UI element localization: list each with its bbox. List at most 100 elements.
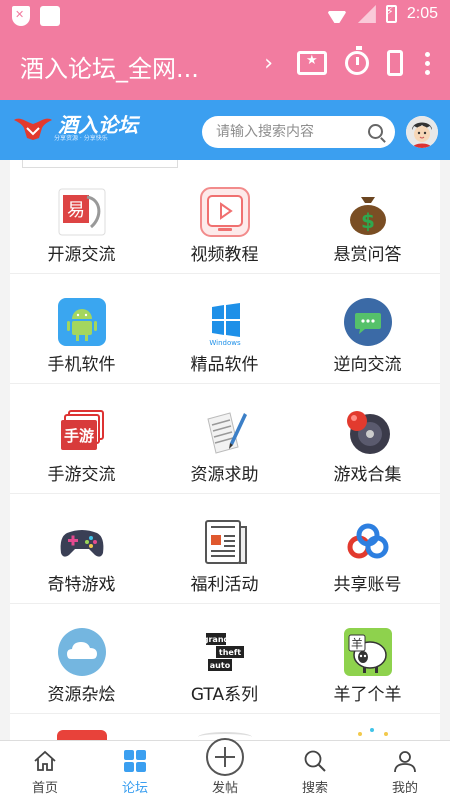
forum-category-grid: 易 开源交流 视频教程 $ 悬赏问答 手机软件 Windows 精品软件 逆向交… <box>10 160 440 740</box>
category-sheep-game[interactable]: 羊 羊了个羊 <box>296 604 439 714</box>
game-disc-icon <box>347 411 390 454</box>
money-bag-icon: $ <box>350 197 386 235</box>
windows-icon: Windows <box>209 303 241 347</box>
nav-label: 搜索 <box>301 781 328 796</box>
category-label: 开源交流 <box>47 245 116 265</box>
svg-text:theft: theft <box>219 648 241 657</box>
app-header: 酒入论坛 分享资源 · 分享快乐 <box>0 100 450 160</box>
category-quirky-games[interactable]: 奇特游戏 <box>10 494 153 604</box>
grid-row: 易 开源交流 视频教程 $ 悬赏问答 <box>10 164 440 274</box>
more-vertical-icon[interactable] <box>421 51 434 75</box>
category-mobile-software[interactable]: 手机软件 <box>10 274 153 384</box>
category-resource-help[interactable]: 资源求助 <box>153 384 296 494</box>
category-label: GTA系列 <box>190 685 259 705</box>
partial-category-icon <box>358 732 362 736</box>
status-time: 2:05 <box>406 5 438 22</box>
newspaper-icon <box>205 520 247 564</box>
nav-label: 发帖 <box>211 781 238 796</box>
svg-text:grand: grand <box>203 635 230 644</box>
avatar[interactable] <box>406 116 438 148</box>
category-bounty-qa[interactable]: $ 悬赏问答 <box>296 164 439 274</box>
category-video-tutorial[interactable]: 视频教程 <box>153 164 296 274</box>
nav-home[interactable]: 首页 <box>0 741 90 800</box>
avatar-face-icon <box>406 116 438 148</box>
chevron-right-icon[interactable]: › <box>264 51 273 76</box>
wifi-icon <box>326 5 348 23</box>
user-icon <box>394 751 416 773</box>
gta-logo-icon: grand theft auto <box>203 633 244 671</box>
category-label: 羊了个羊 <box>333 685 402 705</box>
share-cloud-icon <box>347 523 389 559</box>
search-icon[interactable] <box>368 124 383 139</box>
open-source-icon: 易 <box>58 188 106 236</box>
document-pen-icon <box>207 412 247 454</box>
svg-text:$: $ <box>361 209 375 233</box>
search-input[interactable] <box>202 116 352 148</box>
phone-icon[interactable] <box>387 50 403 76</box>
bull-logo-icon <box>14 118 52 140</box>
category-partial[interactable] <box>296 714 439 740</box>
logo[interactable]: 酒入论坛 分享资源 · 分享快乐 <box>12 114 138 142</box>
svg-text:羊: 羊 <box>351 636 363 651</box>
category-gta-series[interactable]: grand theft auto GTA系列 <box>153 604 296 714</box>
category-mobile-games[interactable]: 手游 手游交流 <box>10 384 153 494</box>
category-label: 手机软件 <box>47 355 116 375</box>
page-title: 酒入论坛_全网... <box>20 55 199 83</box>
category-label: 精品软件 <box>190 355 259 375</box>
category-label: 资源杂烩 <box>47 685 116 705</box>
search-icon <box>304 750 326 772</box>
android-icon <box>58 298 106 346</box>
category-label: 福利活动 <box>190 575 259 595</box>
category-label: 资源求助 <box>190 465 259 485</box>
battery-charging-icon <box>385 5 397 23</box>
nav-search[interactable]: 搜索 <box>270 741 360 800</box>
grid-icon <box>124 750 146 772</box>
partial-category-icon <box>57 730 107 740</box>
partial-category-icon <box>384 732 388 736</box>
svg-text:手游: 手游 <box>64 427 94 445</box>
grid-row: 手机软件 Windows 精品软件 逆向交流 <box>10 274 440 384</box>
shield-notification-icon <box>12 6 30 26</box>
nav-label: 我的 <box>391 781 418 796</box>
cast-icon[interactable] <box>297 51 327 75</box>
grid-row: 手游 手游交流 资源求助 游戏合集 <box>10 384 440 494</box>
app-notification-icon <box>40 6 60 26</box>
category-label: 逆向交流 <box>333 355 402 375</box>
bottom-navigation: 首页 论坛 发帖 搜索 我的 <box>0 738 450 800</box>
category-shared-accounts[interactable]: 共享账号 <box>296 494 439 604</box>
cell-signal-icon <box>358 5 376 23</box>
nav-profile[interactable]: 我的 <box>360 741 450 800</box>
search-box[interactable] <box>202 116 395 148</box>
plus-circle-icon <box>206 738 244 776</box>
video-play-icon <box>200 187 250 237</box>
nav-forum[interactable]: 论坛 <box>90 741 180 800</box>
nav-post[interactable]: 发帖 <box>180 738 270 800</box>
category-premium-software[interactable]: Windows 精品软件 <box>153 274 296 384</box>
partial-category-icon <box>370 728 374 732</box>
svg-text:易: 易 <box>67 200 85 221</box>
category-game-collection[interactable]: 游戏合集 <box>296 384 439 494</box>
timer-icon[interactable] <box>345 46 369 75</box>
title-bar: 酒入论坛_全网... › <box>0 32 450 100</box>
grid-row: 资源杂烩 grand theft auto GTA系列 羊 羊了个羊 <box>10 604 440 714</box>
cloud-icon <box>58 628 106 676</box>
mobile-game-icon: 手游 <box>61 410 104 450</box>
nav-label: 首页 <box>31 781 58 796</box>
category-open-source[interactable]: 易 开源交流 <box>10 164 153 274</box>
category-label: 游戏合集 <box>333 465 402 485</box>
svg-text:auto: auto <box>210 661 231 670</box>
category-partial[interactable] <box>10 714 153 740</box>
category-label: 视频教程 <box>190 245 259 265</box>
grid-row: 奇特游戏 福利活动 共享账号 <box>10 494 440 604</box>
category-welfare-events[interactable]: 福利活动 <box>153 494 296 604</box>
category-label: 奇特游戏 <box>47 575 116 595</box>
category-reverse-engineering[interactable]: 逆向交流 <box>296 274 439 384</box>
category-resource-misc[interactable]: 资源杂烩 <box>10 604 153 714</box>
sheep-icon: 羊 <box>344 628 392 676</box>
home-icon <box>34 750 56 771</box>
category-label: 共享账号 <box>333 575 402 595</box>
nav-label: 论坛 <box>121 781 148 796</box>
category-label: 手游交流 <box>47 465 116 485</box>
svg-text:Windows: Windows <box>209 339 241 347</box>
logo-text: 酒入论坛 <box>58 112 138 137</box>
